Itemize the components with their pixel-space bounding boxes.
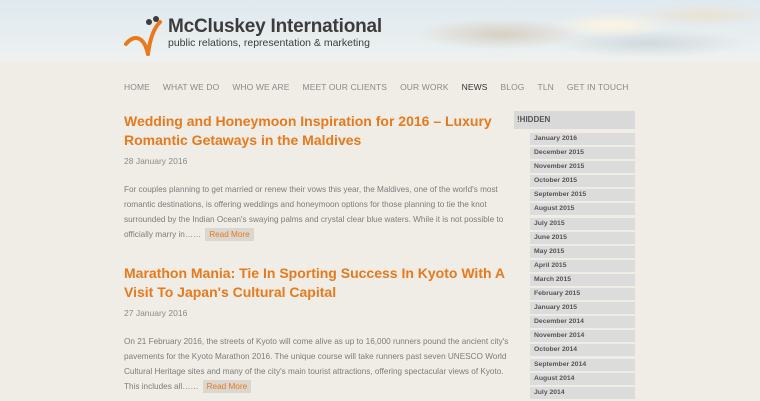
archive-item[interactable]: January 2015 <box>530 302 635 315</box>
archive-item[interactable]: February 2015 <box>530 288 635 301</box>
sidebar-heading: !HIDDEN <box>514 111 635 129</box>
archive-item[interactable]: July 2014 <box>530 386 635 399</box>
nav-our-work[interactable]: OUR WORK <box>400 82 449 92</box>
nav-meet-our-clients[interactable]: MEET OUR CLIENTS <box>303 82 388 92</box>
post-date: 28 January 2016 <box>124 156 188 166</box>
archive-item[interactable]: July 2015 <box>530 217 635 230</box>
archive-item[interactable]: April 2015 <box>530 259 635 272</box>
archive-item[interactable]: November 2015 <box>530 161 635 174</box>
read-more-button[interactable]: Read More <box>202 380 252 393</box>
site-header: McCluskey International public relations… <box>0 0 760 62</box>
nav-tln[interactable]: TLN <box>538 82 554 92</box>
post-excerpt-text: For couples planning to get married or r… <box>124 185 504 239</box>
nav-what-we-do[interactable]: WHAT WE DO <box>163 82 219 92</box>
archive-list: January 2016 December 2015 November 2015… <box>530 133 635 401</box>
archive-item[interactable]: December 2014 <box>530 316 635 329</box>
archive-item[interactable]: September 2014 <box>530 358 635 371</box>
stylized-figure-icon[interactable] <box>124 14 174 56</box>
nav-blog[interactable]: BLOG <box>501 82 525 92</box>
main-nav: HOME WHAT WE DO WHO WE ARE MEET OUR CLIE… <box>124 82 629 92</box>
nav-get-in-touch[interactable]: GET IN TOUCH <box>567 82 629 92</box>
post-date: 27 January 2016 <box>124 308 188 318</box>
archive-item[interactable]: August 2015 <box>530 203 635 216</box>
brand-tagline: public relations, representation & marke… <box>168 37 370 49</box>
archive-item[interactable]: March 2015 <box>530 273 635 286</box>
archive-item[interactable]: June 2015 <box>530 231 635 244</box>
nav-news[interactable]: NEWS <box>462 82 488 92</box>
archive-item[interactable]: November 2014 <box>530 330 635 343</box>
archive-item[interactable]: October 2014 <box>530 344 635 357</box>
archive-item[interactable]: January 2016 <box>530 133 635 145</box>
archive-item[interactable]: October 2015 <box>530 175 635 188</box>
read-more-button[interactable]: Read More <box>205 228 254 241</box>
archive-item[interactable]: May 2015 <box>530 245 635 258</box>
archive-item[interactable]: December 2015 <box>530 147 635 160</box>
archive-item[interactable]: September 2015 <box>530 189 635 202</box>
nav-home[interactable]: HOME <box>124 82 150 92</box>
post-excerpt-text: On 21 February 2016, the streets of Kyot… <box>124 337 509 391</box>
brand-name[interactable]: McCluskey International <box>168 16 382 38</box>
post-title[interactable]: Marathon Mania: Tie In Sporting Success … <box>124 264 510 302</box>
news-post: Marathon Mania: Tie In Sporting Success … <box>124 264 510 394</box>
header-sky-image <box>390 0 760 62</box>
post-excerpt: For couples planning to get married or r… <box>124 182 510 242</box>
archive-item[interactable]: August 2014 <box>530 372 635 385</box>
nav-who-we-are[interactable]: WHO WE ARE <box>232 82 289 92</box>
post-excerpt: On 21 February 2016, the streets of Kyot… <box>124 334 510 394</box>
news-post: Wedding and Honeymoon Inspiration for 20… <box>124 112 510 242</box>
post-title[interactable]: Wedding and Honeymoon Inspiration for 20… <box>124 112 510 150</box>
